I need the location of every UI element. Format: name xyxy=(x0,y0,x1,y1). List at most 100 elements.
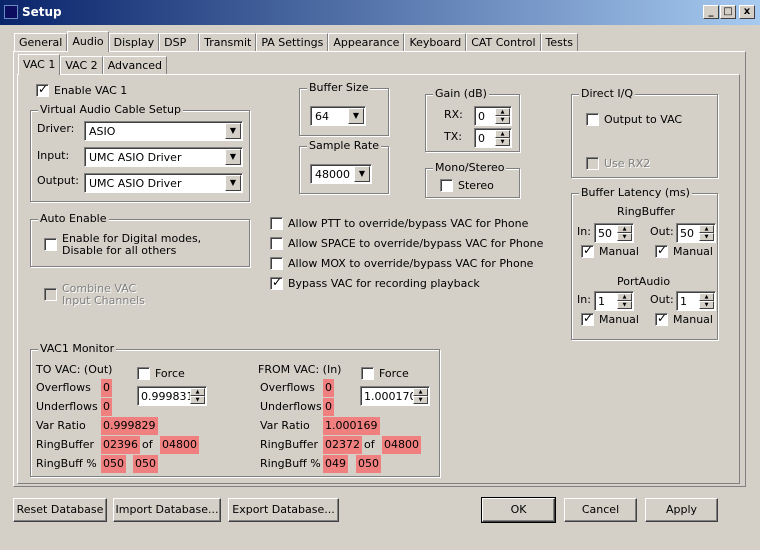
spin-up-icon[interactable]: ▲ xyxy=(413,388,428,396)
gain-rx-value: 0 xyxy=(478,110,485,123)
spin-down-icon[interactable]: ▼ xyxy=(699,301,714,309)
input-select[interactable]: UMC ASIO Driver ▼ xyxy=(84,147,243,167)
chevron-down-icon[interactable]: ▼ xyxy=(225,175,241,191)
to-var-ratio-label: Var Ratio xyxy=(36,419,86,432)
chevron-down-icon[interactable]: ▼ xyxy=(354,166,370,182)
port-out-manual-row[interactable]: ✓ Manual xyxy=(655,311,713,326)
use-rx2-checkbox[interactable] xyxy=(586,156,599,170)
from-underflows-value: 0 xyxy=(323,398,334,416)
from-force-checkbox[interactable] xyxy=(361,366,374,380)
to-ringbuff-pct-label: RingBuff % xyxy=(36,457,97,470)
title-bar: Setup _ □ x xyxy=(0,0,760,25)
to-ringbuffer-size: 04800 xyxy=(160,436,199,454)
stereo-row[interactable]: Stereo xyxy=(440,178,494,192)
port-in-manual-checkbox[interactable]: ✓ xyxy=(581,311,594,326)
spin-down-icon[interactable]: ▼ xyxy=(617,301,632,309)
chevron-down-icon[interactable]: ▼ xyxy=(348,108,364,124)
tab-vac1[interactable]: VAC 1 xyxy=(18,54,61,75)
tab-audio[interactable]: Audio xyxy=(67,31,109,52)
from-ratio-spinner[interactable]: 1.000170 ▲ ▼ xyxy=(360,386,430,406)
port-in-manual-row[interactable]: ✓ Manual xyxy=(581,311,639,326)
tab-cat-control[interactable]: CAT Control xyxy=(466,33,541,51)
chevron-down-icon[interactable]: ▼ xyxy=(225,149,241,165)
auto-enable-checkbox[interactable] xyxy=(44,238,57,251)
option-mox-checkbox[interactable] xyxy=(270,256,283,270)
to-ratio-spinner[interactable]: 0.999831 ▲ ▼ xyxy=(137,386,207,406)
tab-transmit[interactable]: Transmit xyxy=(199,33,257,51)
tab-tests[interactable]: Tests xyxy=(540,33,578,51)
ring-out-spinner[interactable]: 50 ▲ ▼ xyxy=(676,223,716,243)
cancel-button[interactable]: Cancel xyxy=(564,498,637,522)
tab-display[interactable]: Display xyxy=(108,33,160,51)
tab-keyboard[interactable]: Keyboard xyxy=(404,33,467,51)
option-space-row[interactable]: Allow SPACE to override/bypass VAC for P… xyxy=(270,236,543,250)
enable-vac-row[interactable]: ✓ Enable VAC 1 xyxy=(36,82,127,97)
spin-down-icon[interactable]: ▼ xyxy=(495,138,510,146)
spin-down-icon[interactable]: ▼ xyxy=(495,116,510,124)
minimize-button[interactable]: _ xyxy=(703,5,719,19)
sample-rate-select[interactable]: 48000 ▼ xyxy=(310,164,372,184)
use-rx2-row[interactable]: Use RX2 xyxy=(586,156,650,170)
ring-out-manual-row[interactable]: ✓ Manual xyxy=(655,243,713,258)
maximize-button[interactable]: □ xyxy=(720,5,736,19)
buffer-size-select[interactable]: 64 ▼ xyxy=(310,106,366,126)
close-button[interactable]: x xyxy=(739,5,755,19)
ring-in-manual-row[interactable]: ✓ Manual xyxy=(581,243,639,258)
option-space-checkbox[interactable] xyxy=(270,236,283,250)
spin-down-icon[interactable]: ▼ xyxy=(190,396,205,404)
option-ptt-checkbox[interactable] xyxy=(270,216,283,230)
port-out-spinner[interactable]: 1 ▲ ▼ xyxy=(676,291,716,311)
port-in-spinner[interactable]: 1 ▲ ▼ xyxy=(594,291,634,311)
to-force-row[interactable]: Force xyxy=(137,366,185,380)
combine-vac-checkbox[interactable] xyxy=(44,288,57,301)
ring-in-spinner[interactable]: 50 ▲ ▼ xyxy=(594,223,634,243)
apply-button[interactable]: Apply xyxy=(645,498,718,522)
gain-tx-spinner[interactable]: 0 ▲ ▼ xyxy=(474,128,512,148)
spin-up-icon[interactable]: ▲ xyxy=(190,388,205,396)
spin-down-icon[interactable]: ▼ xyxy=(413,396,428,404)
import-database-button[interactable]: Import Database... xyxy=(113,498,221,522)
option-bypass-checkbox[interactable]: ✓ xyxy=(270,275,283,290)
tab-appearance[interactable]: Appearance xyxy=(328,33,405,51)
reset-database-button[interactable]: Reset Database xyxy=(13,498,107,522)
ring-out-manual-checkbox[interactable]: ✓ xyxy=(655,243,668,258)
chevron-down-icon[interactable]: ▼ xyxy=(225,123,241,139)
tab-advanced[interactable]: Advanced xyxy=(102,56,168,74)
tab-general[interactable]: General xyxy=(14,33,68,51)
port-in-manual-label: Manual xyxy=(599,312,639,326)
sub-tab-strip: VAC 1 VAC 2 Advanced xyxy=(18,54,168,75)
ring-in-manual-checkbox[interactable]: ✓ xyxy=(581,243,594,258)
output-to-vac-checkbox[interactable] xyxy=(586,112,599,126)
gain-rx-spinner[interactable]: 0 ▲ ▼ xyxy=(474,106,512,126)
ok-button[interactable]: OK xyxy=(481,497,556,523)
stereo-checkbox[interactable] xyxy=(440,178,453,192)
direct-iq-title: Direct I/Q xyxy=(579,87,636,100)
output-to-vac-row[interactable]: Output to VAC xyxy=(586,112,682,126)
option-bypass-row[interactable]: ✓ Bypass VAC for recording playback xyxy=(270,275,480,290)
tab-dsp[interactable]: DSP xyxy=(159,33,200,51)
from-force-label: Force xyxy=(379,366,409,380)
ring-in-value: 50 xyxy=(598,227,612,240)
spin-up-icon[interactable]: ▲ xyxy=(699,293,714,301)
option-mox-label: Allow MOX to override/bypass VAC for Pho… xyxy=(288,256,534,270)
output-select[interactable]: UMC ASIO Driver ▼ xyxy=(84,173,243,193)
to-force-checkbox[interactable] xyxy=(137,366,150,380)
spin-up-icon[interactable]: ▲ xyxy=(617,293,632,301)
export-database-button[interactable]: Export Database... xyxy=(228,498,339,522)
spin-down-icon[interactable]: ▼ xyxy=(617,233,632,241)
input-value: UMC ASIO Driver xyxy=(89,151,182,164)
driver-select[interactable]: ASIO ▼ xyxy=(84,121,243,141)
spin-up-icon[interactable]: ▲ xyxy=(495,130,510,138)
spin-down-icon[interactable]: ▼ xyxy=(699,233,714,241)
enable-vac-checkbox[interactable]: ✓ xyxy=(36,82,49,97)
spin-up-icon[interactable]: ▲ xyxy=(617,225,632,233)
port-out-manual-checkbox[interactable]: ✓ xyxy=(655,311,668,326)
tab-vac2[interactable]: VAC 2 xyxy=(60,56,103,74)
option-ptt-row[interactable]: Allow PTT to override/bypass VAC for Pho… xyxy=(270,216,528,230)
option-mox-row[interactable]: Allow MOX to override/bypass VAC for Pho… xyxy=(270,256,533,270)
to-pct-a: 050 xyxy=(101,455,126,473)
spin-up-icon[interactable]: ▲ xyxy=(495,108,510,116)
spin-up-icon[interactable]: ▲ xyxy=(699,225,714,233)
tab-pa-settings[interactable]: PA Settings xyxy=(256,33,329,51)
from-force-row[interactable]: Force xyxy=(361,366,409,380)
